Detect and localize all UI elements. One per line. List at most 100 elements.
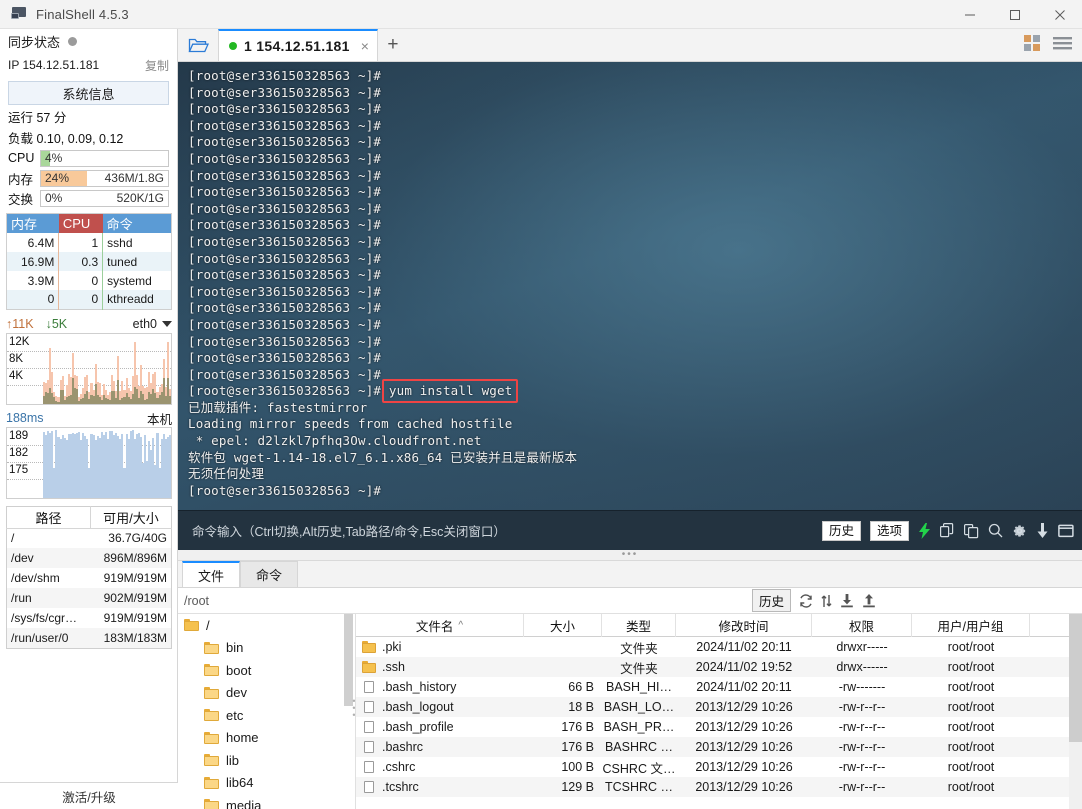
- tree-scrollbar[interactable]: [344, 614, 353, 706]
- sort-icon[interactable]: [821, 594, 832, 608]
- minimize-icon[interactable]: [947, 0, 992, 29]
- process-mem: 16.9M: [6, 252, 60, 271]
- file-size: 18 B: [568, 700, 594, 714]
- tree-node-lib64[interactable]: lib64: [178, 772, 355, 795]
- proc-header-cpu[interactable]: CPU: [58, 213, 103, 233]
- path-input[interactable]: /root: [184, 594, 209, 608]
- tree-node-media[interactable]: media: [178, 794, 355, 809]
- file-list-scroll-thumb[interactable]: [1069, 614, 1082, 742]
- disk-row[interactable]: /sys/fs/cgr… 919M/919M: [6, 608, 172, 628]
- column-header-owner[interactable]: 用户/用户组: [912, 614, 1030, 637]
- search-icon[interactable]: [988, 523, 1003, 539]
- download-icon[interactable]: [1036, 522, 1049, 539]
- tree-node-label: /: [206, 617, 210, 633]
- path-toolbar: 历史: [751, 589, 1076, 612]
- disk-row[interactable]: /run 902M/919M: [6, 588, 172, 608]
- tree-node-label: home: [226, 730, 259, 746]
- disk-row[interactable]: /run/user/0 183M/183M: [6, 628, 172, 648]
- process-table-header: 内存 CPU 命令: [6, 213, 172, 233]
- file-manager-tabs: 文件 命令: [178, 561, 1082, 588]
- command-input-bar[interactable]: 命令输入（Ctrl切换,Alt历史,Tab路径/命令,Esc关闭窗口） 历史 选…: [178, 510, 1082, 550]
- upload-icon[interactable]: [862, 593, 876, 608]
- disk-row[interactable]: /dev 896M/896M: [6, 548, 172, 568]
- disk-row[interactable]: /36.7G/40G: [6, 528, 172, 548]
- network-bars: [43, 334, 171, 404]
- gear-icon[interactable]: [1012, 523, 1027, 539]
- column-header-name[interactable]: 文件名 ^: [356, 614, 524, 637]
- column-header-type[interactable]: 类型: [602, 614, 676, 637]
- file-row[interactable]: .bash_profile 176 B BASH_PR… 2013/12/29 10:…: [356, 717, 1082, 737]
- file-size: 66 B: [568, 680, 594, 694]
- close-icon[interactable]: [1037, 0, 1082, 29]
- file-name-cell: .bash_history: [356, 677, 524, 697]
- file-row[interactable]: .pki 文件夹 2024/11/02 20:11 drwxr----- root/ro…: [356, 637, 1082, 657]
- network-interface-select[interactable]: eth0: [133, 317, 172, 331]
- tree-node-root[interactable]: /: [178, 614, 355, 637]
- command-history-button[interactable]: 历史: [821, 520, 861, 541]
- copy-icon[interactable]: [940, 522, 955, 539]
- tree-node-bin[interactable]: bin: [178, 637, 355, 660]
- file-list[interactable]: 文件名 ^ 大小 类型 修改时间 权限 用户/用户组 .pki 文件夹 2024/1…: [356, 614, 1082, 809]
- open-folder-icon[interactable]: [178, 29, 218, 61]
- terminal-tab[interactable]: 1 154.12.51.181 ×: [218, 29, 378, 61]
- activate-upgrade-link[interactable]: 激活/升级: [0, 782, 178, 809]
- command-input[interactable]: 命令输入（Ctrl切换,Alt历史,Tab路径/命令,Esc关闭窗口）: [192, 521, 506, 540]
- file-type: CSHRC 文…: [602, 761, 676, 776]
- disk-header-path[interactable]: 路径: [6, 506, 91, 529]
- grid-view-icon[interactable]: [1024, 35, 1041, 55]
- file-owner: root/root: [947, 760, 995, 774]
- tab-files[interactable]: 文件: [182, 561, 241, 587]
- file-row[interactable]: .tcshrc 129 B TCSHRC … 2013/12/29 10:26 -rw-…: [356, 777, 1082, 797]
- tree-node-dev[interactable]: dev: [178, 682, 355, 705]
- column-header-time[interactable]: 修改时间: [676, 614, 812, 637]
- terminal-line: [root@ser336150328563 ~]#: [188, 217, 382, 233]
- folder-icon: [204, 799, 219, 809]
- hamburger-menu-icon[interactable]: [1053, 36, 1072, 55]
- tree-node-boot[interactable]: boot: [178, 659, 355, 682]
- window-icon[interactable]: [1058, 524, 1074, 538]
- process-row[interactable]: 0 0 kthreadd: [6, 290, 172, 309]
- disk-row[interactable]: /dev/shm 919M/919M: [6, 568, 172, 588]
- terminal-line: [root@ser336150328563 ~]#: [188, 250, 382, 266]
- refresh-icon[interactable]: [799, 593, 813, 608]
- panel-splitter[interactable]: •••: [178, 550, 1082, 561]
- download-icon[interactable]: [840, 593, 854, 608]
- file-row[interactable]: .bash_logout 18 B BASH_LO… 2013/12/29 10:26…: [356, 697, 1082, 717]
- copy-ip-button[interactable]: 复制: [145, 57, 169, 74]
- file-list-scrollbar[interactable]: [1069, 614, 1082, 809]
- ping-ylabel-2: 175: [9, 463, 29, 476]
- proc-header-cmd[interactable]: 命令: [102, 213, 172, 233]
- terminal-output[interactable]: [root@ser336150328563 ~]# [root@ser336150…: [178, 62, 1082, 510]
- tree-node-lib[interactable]: lib: [178, 749, 355, 772]
- path-history-button[interactable]: 历史: [751, 589, 791, 612]
- proc-header-mem[interactable]: 内存: [6, 213, 59, 233]
- process-row[interactable]: 6.4M 1 sshd: [6, 233, 172, 252]
- sync-status-row: 同步状态: [0, 29, 177, 54]
- file-row[interactable]: .bashrc 176 B BASHRC … 2013/12/29 10:26 -rw-…: [356, 737, 1082, 757]
- tree-node-etc[interactable]: etc: [178, 704, 355, 727]
- column-header-permissions[interactable]: 权限: [812, 614, 912, 637]
- file-row[interactable]: .ssh 文件夹 2024/11/02 19:52 drwx------ root/ro…: [356, 657, 1082, 677]
- disk-header-size[interactable]: 可用/大小: [90, 506, 172, 529]
- command-options-button[interactable]: 选项: [869, 520, 909, 541]
- tree-node-home[interactable]: home: [178, 727, 355, 750]
- process-row[interactable]: 16.9M 0.3 tuned: [6, 252, 172, 271]
- lightning-icon[interactable]: [918, 522, 931, 539]
- file-row[interactable]: .cshrc 100 B CSHRC 文… 2013/12/29 10:26 -rw-r…: [356, 757, 1082, 777]
- process-row[interactable]: 3.9M 0 systemd: [6, 271, 172, 290]
- title-bar: FinalShell 4.5.3: [0, 0, 1082, 29]
- directory-tree[interactable]: / bin boot dev etc home lib lib64 media • • •: [178, 614, 356, 809]
- system-info-button[interactable]: 系统信息: [8, 81, 169, 105]
- tab-commands[interactable]: 命令: [240, 561, 299, 587]
- tree-node-label: boot: [226, 662, 252, 678]
- maximize-icon[interactable]: [992, 0, 1037, 29]
- ping-ylabel-0: 189: [9, 429, 29, 442]
- file-owner: root/root: [947, 680, 995, 694]
- close-tab-icon[interactable]: ×: [361, 39, 369, 53]
- paste-icon[interactable]: [964, 523, 979, 539]
- new-tab-button[interactable]: +: [378, 29, 408, 61]
- column-header-size[interactable]: 大小: [524, 614, 602, 637]
- file-row[interactable]: .bash_history 66 B BASH_HI… 2024/11/02 20:1…: [356, 677, 1082, 697]
- network-download-value: 5K: [51, 317, 68, 331]
- ping-graph-panel: 188ms 本机 189 182 175: [6, 410, 172, 499]
